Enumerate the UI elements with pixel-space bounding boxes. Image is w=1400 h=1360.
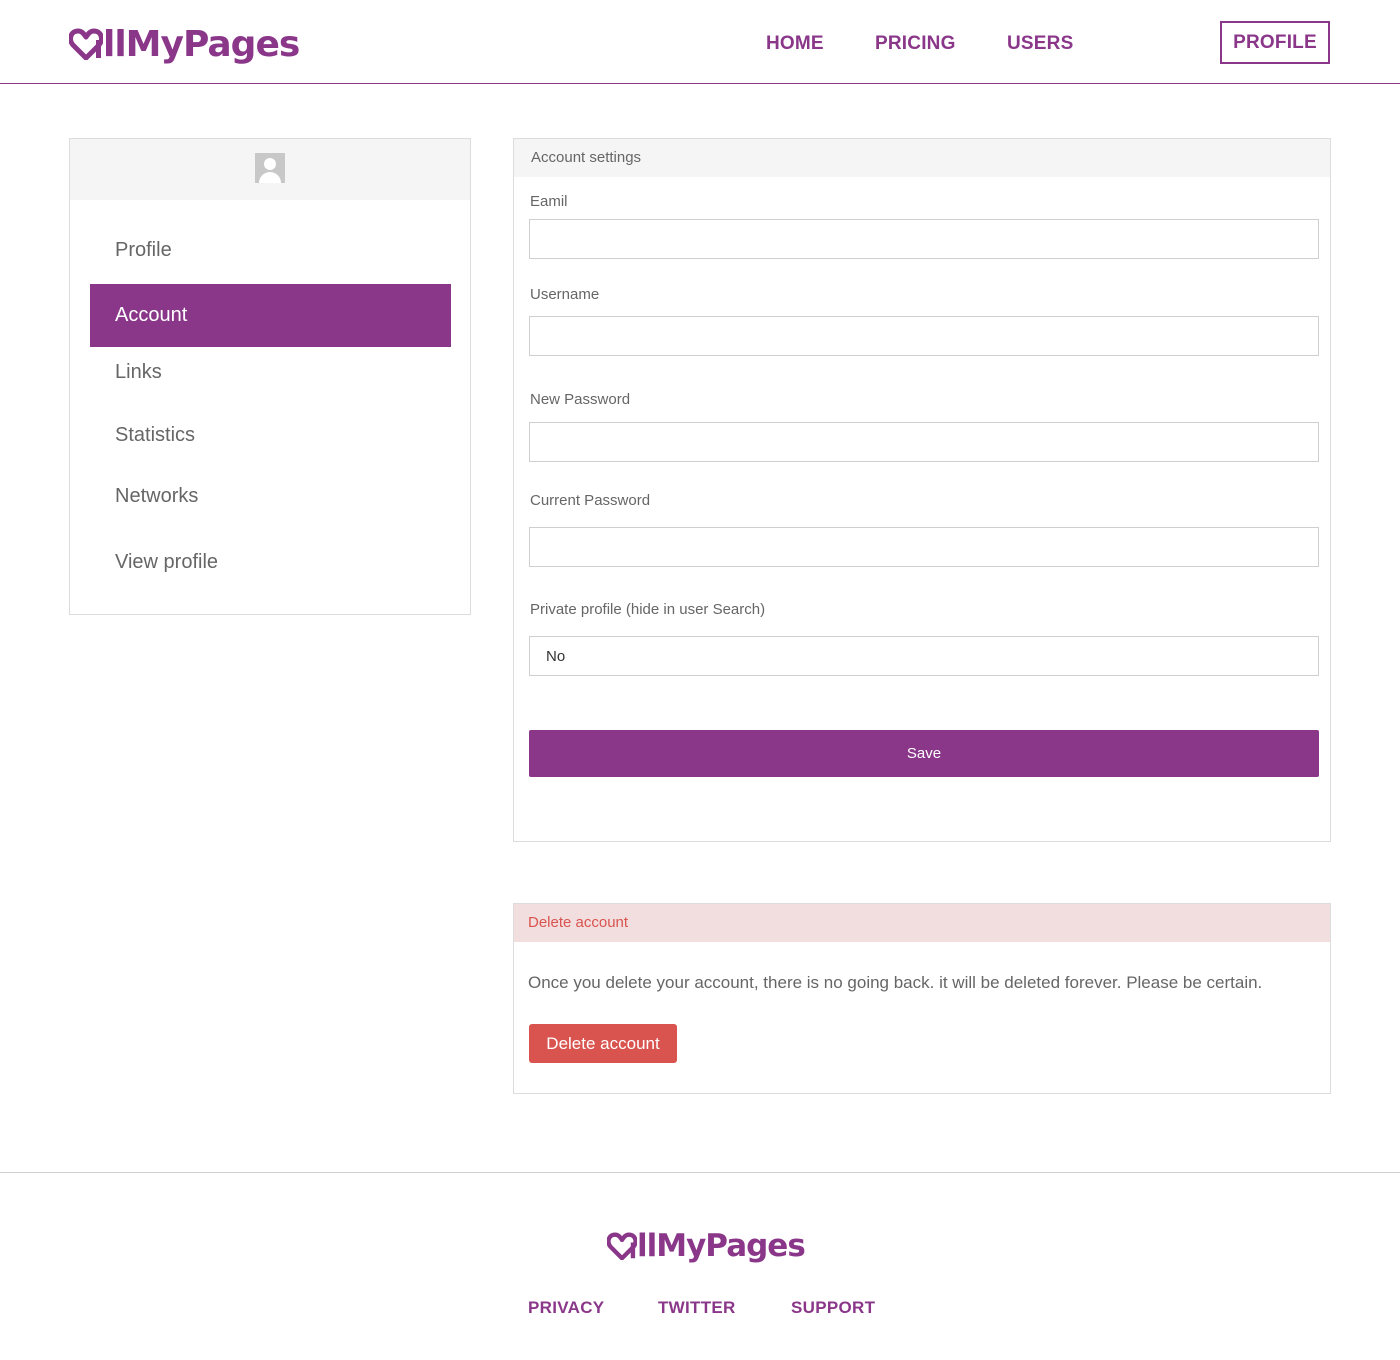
private-profile-label: Private profile (hide in user Search) bbox=[530, 601, 766, 618]
delete-account-warning: Once you delete your account, there is n… bbox=[528, 973, 1263, 992]
logo-heart-icon bbox=[69, 28, 103, 60]
sidebar-header bbox=[70, 139, 470, 200]
sidebar-item-profile[interactable]: Profile bbox=[90, 219, 451, 282]
footer-twitter-link[interactable]: TWITTER bbox=[658, 1298, 736, 1318]
footer-logo-heart-icon bbox=[607, 1232, 637, 1260]
avatar-body-shape bbox=[259, 172, 281, 183]
avatar-head-shape bbox=[264, 158, 276, 170]
sidebar-item-statistics[interactable]: Statistics bbox=[90, 404, 451, 467]
nav-home-link[interactable]: HOME bbox=[766, 33, 824, 55]
new-password-label: New Password bbox=[530, 391, 631, 408]
current-password-label: Current Password bbox=[530, 492, 651, 509]
private-profile-select[interactable]: No bbox=[529, 636, 1319, 676]
email-field[interactable] bbox=[529, 219, 1319, 259]
footer-privacy-link[interactable]: PRIVACY bbox=[528, 1298, 604, 1318]
delete-account-button[interactable]: Delete account bbox=[529, 1024, 677, 1063]
account-settings-title: Account settings bbox=[514, 139, 1330, 177]
footer-brand-name: llMyPages bbox=[637, 1228, 806, 1264]
private-profile-selected-value: No bbox=[546, 648, 566, 665]
nav-profile-link[interactable]: PROFILE bbox=[1220, 21, 1330, 64]
sidebar-item-links[interactable]: Links bbox=[90, 341, 451, 404]
current-password-field[interactable] bbox=[529, 527, 1319, 567]
username-label: Username bbox=[530, 286, 600, 303]
footer-support-link[interactable]: SUPPORT bbox=[791, 1298, 875, 1318]
top-header: llMyPages HOME PRICING USERS PROFILE bbox=[0, 0, 1400, 84]
nav-pricing-link[interactable]: PRICING bbox=[875, 33, 956, 55]
page-footer: llMyPages PRIVACY TWITTER SUPPORT bbox=[0, 1172, 1400, 1360]
delete-account-title: Delete account bbox=[514, 904, 1330, 942]
sidebar-item-view-profile[interactable]: View profile bbox=[90, 531, 451, 594]
avatar bbox=[255, 153, 285, 183]
delete-account-panel: Delete account Once you delete your acco… bbox=[513, 903, 1331, 1094]
sidebar-item-networks[interactable]: Networks bbox=[90, 465, 451, 528]
footer-brand-logo[interactable]: llMyPages bbox=[607, 1227, 806, 1265]
nav-users-link[interactable]: USERS bbox=[1007, 33, 1073, 55]
username-field[interactable] bbox=[529, 316, 1319, 356]
main-nav: HOME PRICING USERS PROFILE bbox=[766, 21, 1330, 64]
brand-logo[interactable]: llMyPages bbox=[69, 22, 300, 66]
sidebar-item-account[interactable]: Account bbox=[90, 284, 451, 347]
account-sidebar: Profile Account Links Statistics Network… bbox=[69, 138, 471, 615]
email-label: Eamil bbox=[530, 193, 568, 210]
account-settings-panel: Account settings Eamil Username New Pass… bbox=[513, 138, 1331, 842]
brand-name: llMyPages bbox=[103, 23, 300, 65]
save-button[interactable]: Save bbox=[529, 730, 1319, 777]
new-password-field[interactable] bbox=[529, 422, 1319, 462]
